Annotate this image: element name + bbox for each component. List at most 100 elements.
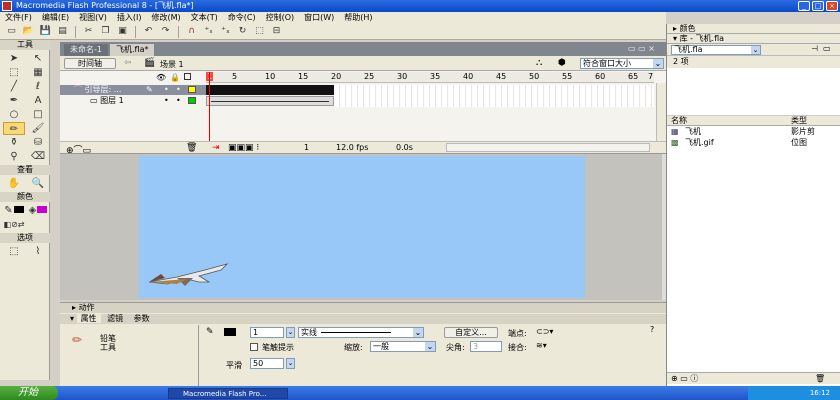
- paint-bucket-tool-icon[interactable]: ⛁: [27, 136, 49, 149]
- smooth-dropdown[interactable]: ⌄: [286, 358, 295, 369]
- free-transform-tool-icon[interactable]: ⬚: [3, 66, 25, 79]
- center-frame-icon[interactable]: ⇥: [212, 143, 220, 153]
- menu-modify[interactable]: 修改(M): [146, 12, 185, 24]
- join-select[interactable]: ≋▾: [536, 341, 547, 350]
- eraser-tool-icon[interactable]: ⌫: [27, 150, 49, 163]
- maximize-button[interactable]: □: [812, 1, 824, 11]
- tab-properties[interactable]: 属性: [76, 314, 101, 323]
- actions-panel-header[interactable]: ▸ 动作: [60, 303, 666, 313]
- menu-control[interactable]: 控制(O): [261, 12, 300, 24]
- eye-icon[interactable]: 👁: [156, 73, 166, 82]
- undo-icon[interactable]: ↶: [141, 25, 156, 38]
- smooth-input[interactable]: [250, 358, 284, 369]
- taskbar-flash-app[interactable]: Macromedia Flash Pro...: [168, 388, 288, 399]
- eyedropper-tool-icon[interactable]: ⚲: [3, 150, 25, 163]
- lasso-tool-icon[interactable]: ℓ: [27, 80, 49, 93]
- stroke-color-swatch[interactable]: [224, 328, 236, 336]
- pencil-tool-icon[interactable]: ✏: [3, 122, 25, 135]
- rectangle-tool-icon[interactable]: □: [27, 108, 49, 121]
- timeline-toggle-button[interactable]: 时间轴: [64, 58, 116, 69]
- cut-icon[interactable]: ✂: [81, 25, 96, 38]
- align-icon[interactable]: ⊟: [269, 25, 284, 38]
- rotate-icon[interactable]: ↻: [235, 25, 250, 38]
- open-file-icon[interactable]: 📂: [21, 25, 36, 38]
- layer-row-guide[interactable]: ⌒ 引导层: ... ✎ • •: [60, 85, 206, 95]
- edit-symbol-icon[interactable]: ⬢: [558, 58, 566, 68]
- menu-window[interactable]: 窗口(W): [299, 12, 339, 24]
- tab-parameters[interactable]: 参数: [130, 314, 154, 323]
- doc-window-controls[interactable]: ▭ ▭ ×: [628, 44, 655, 53]
- scale-icon[interactable]: ⬚: [252, 25, 267, 38]
- menu-file[interactable]: 文件(F): [0, 12, 37, 24]
- object-drawing-icon[interactable]: ⬚: [3, 245, 25, 258]
- frame-ruler[interactable]: 1 5 10 15 20 25 30 35 40 45 50 55 60 65 …: [206, 72, 654, 83]
- help-icon[interactable]: ?: [650, 325, 654, 334]
- start-button[interactable]: 开始: [0, 386, 58, 400]
- menu-insert[interactable]: 插入(I): [112, 12, 147, 24]
- tab-filters[interactable]: 滤镜: [103, 314, 127, 323]
- menu-commands[interactable]: 命令(C): [223, 12, 261, 24]
- tab-airplane-fla[interactable]: 飞机.fla*: [109, 44, 155, 56]
- pen-tool-icon[interactable]: ✒: [3, 94, 25, 107]
- lock-icon[interactable]: 🔒: [170, 73, 180, 82]
- close-button[interactable]: ×: [826, 1, 838, 11]
- print-icon[interactable]: ▤: [55, 25, 70, 38]
- stroke-hint-checkbox[interactable]: [250, 343, 258, 351]
- stroke-style-select[interactable]: 实线 ⌄: [298, 327, 424, 338]
- brush-tool-icon[interactable]: 🖌: [27, 122, 49, 135]
- stroke-color-icon[interactable]: ✎: [3, 204, 25, 217]
- stroke-width-dropdown[interactable]: ⌄: [286, 327, 295, 338]
- stage[interactable]: [139, 156, 585, 298]
- snap-magnet-icon[interactable]: ∩: [184, 25, 199, 38]
- empty-frames[interactable]: [334, 85, 654, 107]
- default-colors-icon[interactable]: ◧⊘⇄: [3, 218, 25, 231]
- text-tool-icon[interactable]: A: [27, 94, 49, 107]
- airplane-image[interactable]: [147, 260, 229, 290]
- paste-icon[interactable]: ▣: [115, 25, 130, 38]
- fill-color-icon[interactable]: ◈: [27, 204, 49, 217]
- guide-layer-frames[interactable]: [206, 85, 334, 95]
- new-library-panel-icon[interactable]: ▭: [823, 44, 831, 53]
- timeline-horizontal-scrollbar[interactable]: [446, 143, 650, 152]
- endpoint-cap-select[interactable]: ⊂⊃▾: [536, 327, 553, 336]
- timeline-vertical-scrollbar[interactable]: [656, 83, 666, 143]
- library-item[interactable]: ▦ 飞机 影片剪: [667, 126, 840, 137]
- custom-stroke-button[interactable]: 自定义...: [444, 327, 498, 338]
- playhead[interactable]: [209, 72, 210, 144]
- copy-icon[interactable]: ❐: [98, 25, 113, 38]
- scale-select[interactable]: 一般 ⌄: [370, 341, 436, 352]
- straighten-icon[interactable]: ⁺ₓ: [218, 25, 233, 38]
- new-symbol-icon[interactable]: ⊕: [671, 374, 678, 383]
- library-item[interactable]: ▩ 飞机.gif 位图: [667, 137, 840, 148]
- smooth-icon[interactable]: ⁺ₛ: [201, 25, 216, 38]
- zoom-tool-icon[interactable]: 🔍: [27, 177, 49, 190]
- menu-text[interactable]: 文本(T): [186, 12, 223, 24]
- onion-skin-icons[interactable]: ▣▣▣ ⁝: [228, 143, 259, 153]
- menu-edit[interactable]: 编辑(E): [37, 12, 74, 24]
- line-tool-icon[interactable]: ╱: [3, 80, 25, 93]
- save-icon[interactable]: 💾: [38, 25, 53, 38]
- column-type[interactable]: 类型: [791, 116, 807, 126]
- motion-tween-frames[interactable]: [206, 96, 334, 106]
- new-file-icon[interactable]: ▭: [4, 25, 19, 38]
- back-arrow-icon[interactable]: ⇦: [124, 58, 132, 68]
- edit-scene-icon[interactable]: ⛬: [536, 58, 542, 68]
- hand-tool-icon[interactable]: ✋: [3, 177, 25, 190]
- stroke-width-input[interactable]: [250, 327, 284, 338]
- swap-colors-icon[interactable]: [27, 218, 49, 231]
- fill-transform-tool-icon[interactable]: ▦: [27, 66, 49, 79]
- ink-bottle-tool-icon[interactable]: ⚱: [3, 136, 25, 149]
- minimize-button[interactable]: _: [798, 1, 810, 11]
- arrow-tool-icon[interactable]: ➤: [3, 52, 25, 65]
- color-panel-header[interactable]: ▸ 颜色: [667, 24, 840, 34]
- delete-icon[interactable]: 🗑: [815, 373, 825, 385]
- library-panel-header[interactable]: ▾ 库 - 飞机.fla: [667, 34, 840, 44]
- pin-icon[interactable]: ⊣: [811, 44, 818, 53]
- properties-icon[interactable]: ⓘ: [690, 374, 698, 383]
- layer-row-1[interactable]: ▭ 图层 1 • •: [60, 96, 206, 106]
- column-name[interactable]: 名称: [671, 116, 687, 126]
- library-document-select[interactable]: 飞机.fla ⌄: [671, 45, 761, 55]
- zoom-select[interactable]: 符合窗口大小 ⌄: [580, 58, 664, 69]
- delete-layer-icon[interactable]: 🗑: [186, 143, 197, 153]
- miter-input[interactable]: [470, 341, 502, 352]
